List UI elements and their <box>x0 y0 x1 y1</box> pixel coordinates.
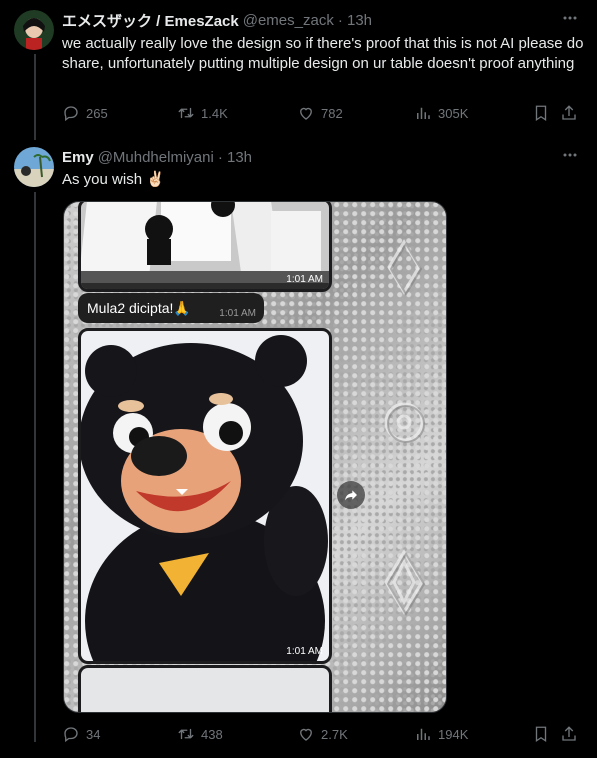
chat-message-bubble[interactable]: Mula2 dicipta!🙏 1:01 AM <box>78 293 264 323</box>
bookmark-button[interactable] <box>532 725 550 743</box>
views-count: 305K <box>438 105 469 121</box>
thread-line <box>34 54 36 140</box>
like-button[interactable]: 2.7K <box>297 725 348 743</box>
message-text: Mula2 dicipta!🙏 <box>87 300 191 316</box>
retweet-button[interactable]: 438 <box>177 725 223 743</box>
retweet-icon <box>178 107 194 119</box>
handle[interactable]: @Muhdhelmiyani <box>98 149 214 166</box>
reply-button[interactable]: 34 <box>62 725 100 743</box>
like-icon <box>300 728 312 741</box>
views-button[interactable]: 194K <box>414 725 468 743</box>
chat-photo[interactable] <box>78 665 332 712</box>
avatar[interactable] <box>14 10 54 50</box>
timestamp[interactable]: · 13h <box>218 149 252 166</box>
timestamp[interactable]: · 13h <box>338 12 372 29</box>
more-icon[interactable] <box>562 10 578 31</box>
chat-photo[interactable]: 1:01 AM <box>78 202 332 292</box>
thread-line <box>34 192 36 742</box>
avatar[interactable] <box>14 147 54 187</box>
reply-button[interactable]: 265 <box>62 104 108 122</box>
share-icon <box>562 726 576 741</box>
retweet-button[interactable]: 1.4K <box>177 104 228 122</box>
action-bar: 34 438 2.7K 194K <box>62 725 582 745</box>
reply-icon <box>64 727 78 743</box>
tweet-header: エメスザック / EmesZack @emes_zack · 13h <box>62 10 582 30</box>
tweet-text: we actually really love the design so if… <box>62 35 584 72</box>
bookmark-icon <box>535 726 547 743</box>
chat-photo[interactable]: 1:01 AM <box>78 328 332 664</box>
share-button[interactable] <box>560 104 578 122</box>
views-button[interactable]: 305K <box>414 104 468 122</box>
views-count: 194K <box>438 726 469 742</box>
bookmark-icon <box>535 105 547 122</box>
reply-count: 265 <box>86 105 108 121</box>
forward-icon <box>345 490 357 501</box>
handle[interactable]: @emes_zack <box>243 12 334 29</box>
views-icon <box>417 107 430 119</box>
views-icon <box>417 728 430 740</box>
action-bar: 265 1.4K 782 305K <box>62 104 582 124</box>
monogram-pattern <box>384 239 426 616</box>
message-timestamp: 1:01 AM <box>219 308 256 319</box>
like-count: 782 <box>321 105 343 121</box>
tweet-header: Emy @Muhdhelmiyani · 13h <box>62 147 542 167</box>
share-icon <box>562 105 576 120</box>
like-count: 2.7K <box>321 726 348 742</box>
like-icon <box>300 107 312 120</box>
retweet-count: 1.4K <box>201 105 228 121</box>
message-timestamp: 1:01 AM <box>286 646 323 657</box>
reply-count: 34 <box>86 726 101 742</box>
like-button[interactable]: 782 <box>297 104 343 122</box>
reply-icon <box>64 106 78 122</box>
tweet-text: As you wish ✌🏻 <box>62 171 165 188</box>
share-button[interactable] <box>560 725 578 743</box>
forward-button[interactable] <box>337 481 365 509</box>
bookmark-button[interactable] <box>532 104 550 122</box>
more-icon[interactable] <box>562 147 578 168</box>
message-timestamp: 1:01 AM <box>286 274 323 285</box>
display-name[interactable]: Emy <box>62 149 94 166</box>
retweet-count: 438 <box>201 726 223 742</box>
display-name[interactable]: エメスザック / EmesZack <box>62 10 239 31</box>
tweet-media-image[interactable]: 1:01 AM Mula2 dicipta!🙏 1:01 AM 1:01 AM <box>63 201 447 713</box>
retweet-icon <box>178 728 194 740</box>
